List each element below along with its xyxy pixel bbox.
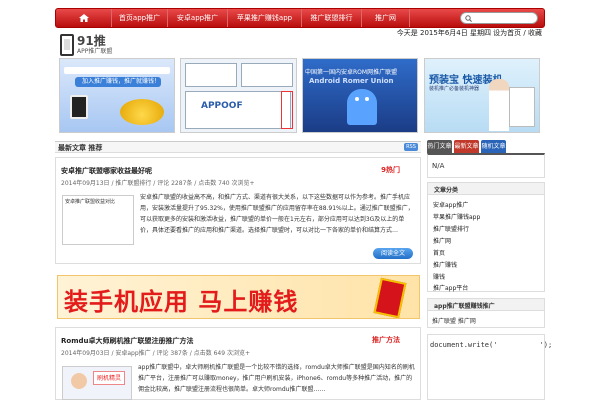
ad-text: 装手机应用 马上赚钱	[64, 288, 299, 316]
article-title[interactable]: Romdu卓大师刷机推广联盟注册推广方法	[61, 336, 194, 346]
article-card: Romdu卓大师刷机推广联盟注册推广方法 推广方法 2014年09月03日 / …	[55, 327, 421, 400]
banner-screenshot[interactable]: APPOOF	[180, 58, 297, 133]
phone-icon	[60, 34, 74, 56]
banner-preinstall-subtitle: 装机推广必备装机神器	[429, 86, 480, 92]
article-excerpt: 安卓推广联盟的收益高不高，和推广方式、渠道有很大关系，以下这些数据可以作为参考。…	[140, 194, 414, 234]
search-input[interactable]	[475, 14, 533, 22]
site-logo[interactable]: 91推 APP推广联盟	[60, 34, 113, 56]
sidebar-title: app推广联盟赚钱推广	[434, 303, 495, 310]
tab-content-text: N/A	[432, 162, 445, 170]
nav-item-apple-app[interactable]: 苹果推广赚钱app	[228, 9, 302, 27]
category-badge: 推广方法	[372, 336, 400, 344]
banner-join-promo[interactable]: 加入推广赚钱，推广就赚钱！	[59, 58, 175, 133]
article-excerpt: app推广联盟中，卓大师刷机推广联盟是一个比较不错的选择，romdu卓大师推广联…	[138, 364, 415, 393]
search-box	[460, 12, 538, 24]
read-more-button[interactable]: 阅读全文	[373, 248, 413, 259]
software-screenshot	[509, 87, 535, 127]
sidebar-item-category[interactable]: 苹果推广赚钱app	[433, 212, 480, 221]
android-robot-icon	[347, 89, 377, 125]
highlight-box	[281, 91, 293, 129]
banner-search-bar	[64, 67, 170, 74]
banner-appoof-label: APPOOF	[201, 101, 243, 111]
date-and-links: 今天是 2015年6月4日 星期四 设为首页 / 收藏	[396, 29, 542, 37]
sidebar-item-category[interactable]: 推广app平台	[433, 283, 468, 292]
thumbnail-caption: 安卓推广联盟收益对比	[65, 199, 116, 205]
sidebar-item-category[interactable]: 首页	[433, 248, 445, 257]
section-header: 最新文章 推荐 RSS	[55, 141, 421, 153]
banner-android-romer[interactable]: 中国第一国内安卓ROM网推广联盟 Android Romer Union	[302, 58, 418, 133]
sidebar-script-box: document.write(' ');	[427, 334, 552, 400]
coins-icon	[120, 99, 164, 125]
tab-latest[interactable]: 最新文章	[454, 140, 479, 153]
sidebar-categories: 文章分类 安卓app推广 苹果推广赚钱app 推广联盟排行 推广网 首页 推广赚…	[427, 182, 545, 292]
tab-hot[interactable]: 热门文章	[427, 140, 452, 153]
article-meta: 2014年09月13日 / 推广联盟排行 / 评论 2287条 / 点击数 74…	[61, 180, 255, 187]
rss-button[interactable]: RSS	[404, 143, 418, 151]
sidebar-item-category[interactable]: 赚钱	[433, 272, 445, 281]
banner-preinstall[interactable]: 预装宝 快速装机 装机推广必备装机神器	[424, 58, 540, 133]
search-icon[interactable]	[465, 15, 472, 22]
sidebar-tab-content: N/A	[427, 153, 545, 178]
sidebar-tabs: 热门文章 最新文章 随机文章	[427, 140, 545, 153]
article-thumbnail[interactable]: 安卓推广联盟收益对比	[62, 195, 134, 245]
sidebar-item-category[interactable]: 推广网	[433, 236, 451, 245]
sidebar-app-text[interactable]: 推广联盟 推广网	[432, 316, 476, 325]
article-title[interactable]: 安卓推广联盟哪家收益最好呢	[61, 166, 152, 176]
window-thumb	[185, 63, 237, 87]
window-thumb	[241, 63, 293, 87]
ad-banner[interactable]: 装手机应用 马上赚钱	[57, 275, 420, 319]
person-image	[489, 79, 509, 131]
hot-badge: 9热门	[381, 166, 400, 174]
person-avatar	[71, 373, 87, 389]
banner-join-text: 加入推广赚钱，推广就赚钱！	[82, 78, 161, 85]
sidebar-item-category[interactable]: 安卓app推广	[433, 200, 468, 209]
nav-item-ranking[interactable]: 推广联盟排行	[302, 9, 362, 27]
section-title: 最新文章 推荐	[58, 144, 103, 152]
sidebar-title: 文章分类	[434, 187, 459, 194]
article-thumbnail[interactable]: 刷机精灵	[62, 366, 132, 400]
sidebar-item-category[interactable]: 推广赚钱	[433, 260, 457, 269]
home-icon	[79, 14, 89, 22]
nav-item-promo-site[interactable]: 推广网	[362, 9, 410, 27]
top-navigation: 首页app推广 安卓app推广 苹果推广赚钱app 推广联盟排行 推广网	[55, 8, 545, 28]
sidebar-item-category[interactable]: 推广联盟排行	[433, 224, 469, 233]
sidebar-app-box: app推广联盟赚钱推广 推广联盟 推广网	[427, 298, 545, 328]
article-meta: 2014年09月03日 / 安卓app推广 / 评论 387条 / 点击数 64…	[61, 350, 250, 357]
banner-romer-subtitle: 中国第一国内安卓ROM网推广联盟	[305, 69, 398, 76]
tab-random[interactable]: 随机文章	[481, 140, 506, 153]
banner-romer-title: Android Romer Union	[309, 77, 394, 85]
red-envelope-icon	[373, 277, 407, 318]
article-card: 安卓推广联盟哪家收益最好呢 9热门 2014年09月13日 / 推广联盟排行 /…	[55, 157, 421, 264]
nav-item-android-app[interactable]: 首页app推广	[112, 9, 168, 27]
thumbnail-tag: 刷机精灵	[93, 371, 125, 385]
sidebar-header: app推广联盟赚钱推广	[428, 299, 544, 311]
sidebar-header: 文章分类	[428, 183, 544, 195]
nav-home[interactable]	[56, 9, 112, 27]
script-text: document.write(' ');	[430, 341, 553, 349]
logo-tagline: APP推广联盟	[77, 48, 113, 55]
tablet-icon	[70, 95, 88, 119]
nav-item-android-promo[interactable]: 安卓app推广	[168, 9, 228, 27]
